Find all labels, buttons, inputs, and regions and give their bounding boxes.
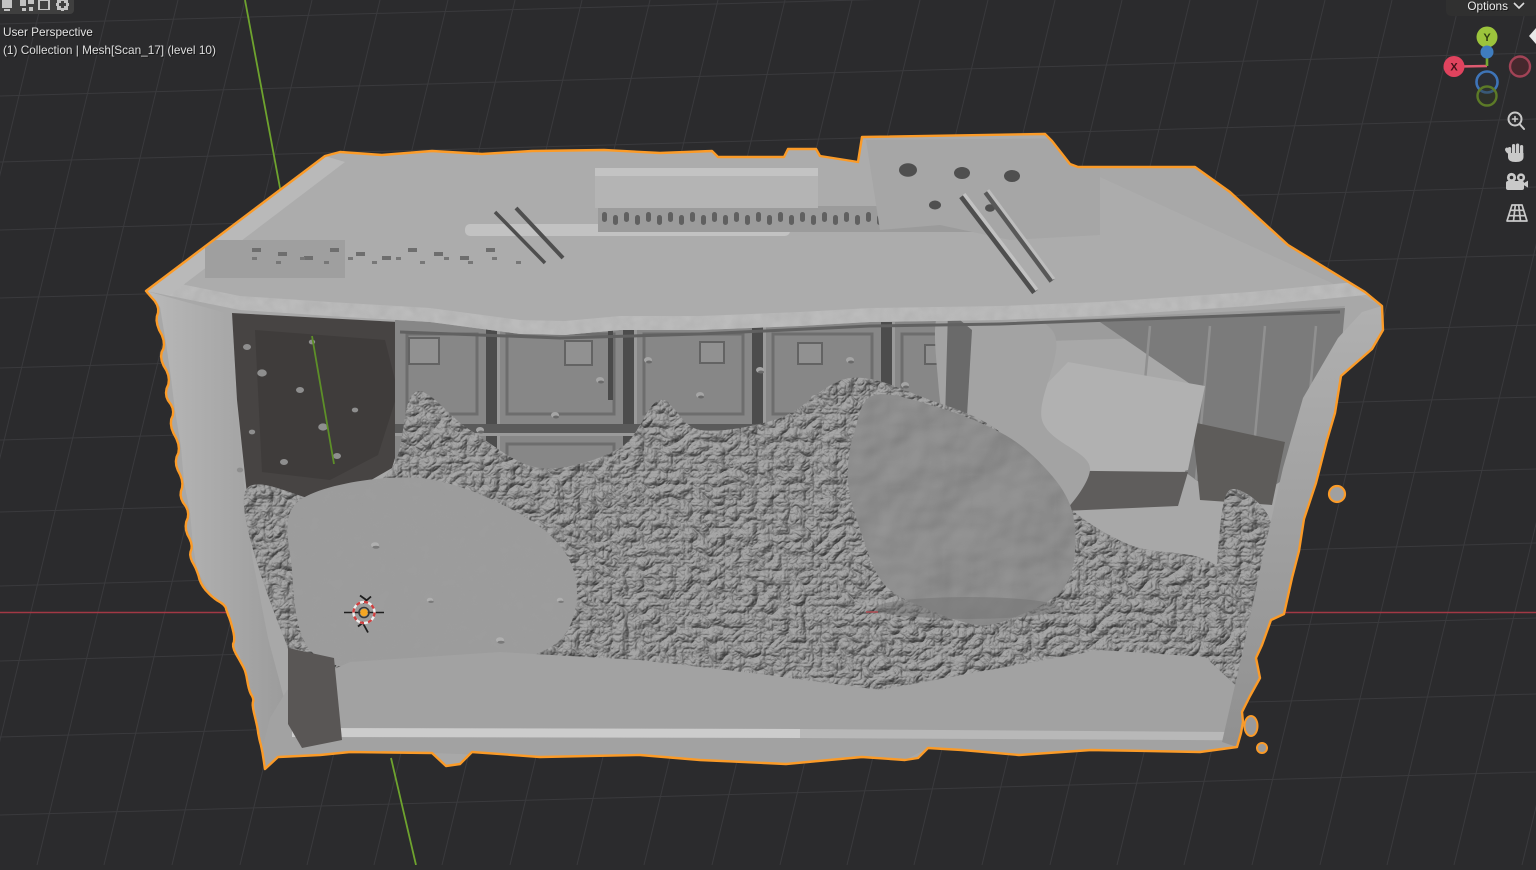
svg-text:Options: Options: [1467, 0, 1508, 13]
svg-text:X: X: [1450, 62, 1458, 74]
svg-text:Y: Y: [1483, 32, 1491, 44]
svg-text:User Perspective: User Perspective: [3, 25, 93, 39]
svg-text:(1) Collection | Mesh[Scan_17]: (1) Collection | Mesh[Scan_17] (level 10…: [3, 43, 216, 57]
